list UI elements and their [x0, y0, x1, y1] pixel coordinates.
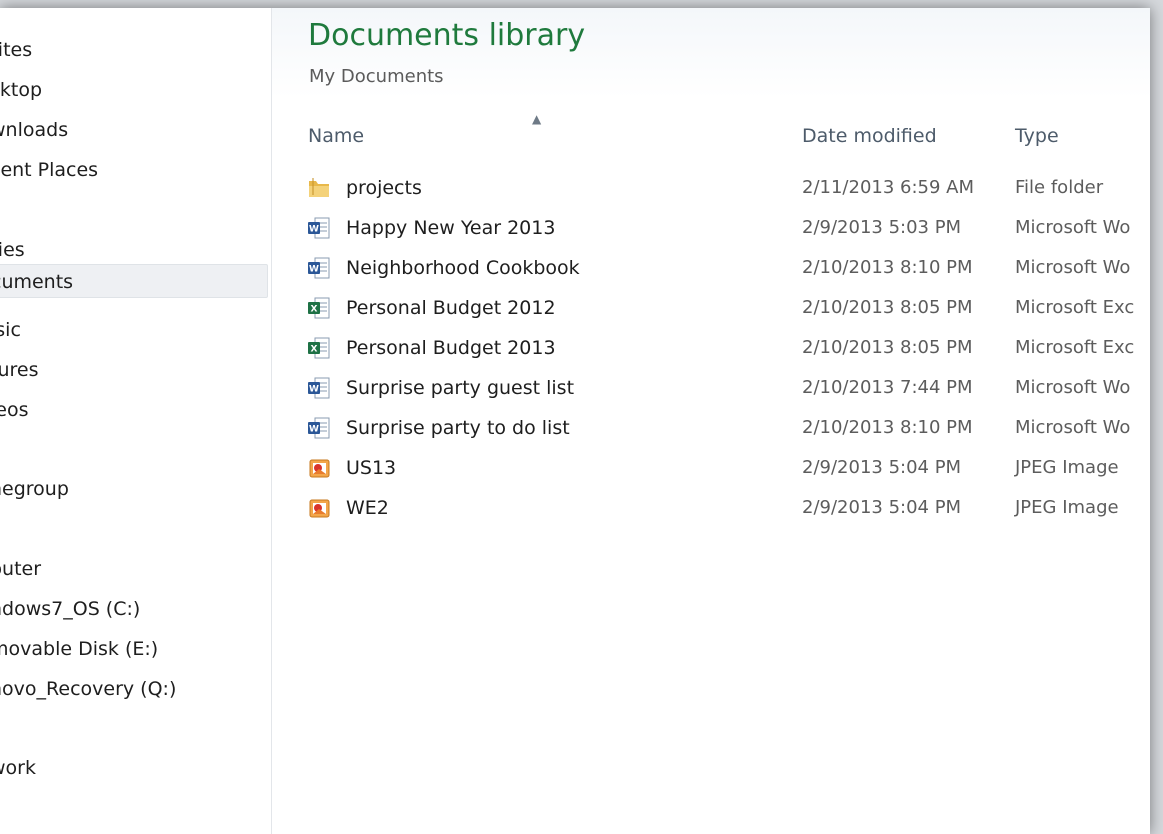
- file-row-personal-budget-2012[interactable]: X Personal Budget 2012 2/10/2013 8:05 PM…: [302, 288, 1150, 328]
- file-type: File folder: [1015, 177, 1104, 198]
- file-row-surprise-party-to-do-list[interactable]: W Surprise party to do list 2/10/2013 8:…: [302, 408, 1150, 448]
- file-name: Happy New Year 2013: [346, 217, 556, 239]
- nav-item-documents[interactable]: cuments: [0, 264, 268, 298]
- file-date-modified: 2/10/2013 8:10 PM: [802, 257, 973, 278]
- word-doc-icon: W: [308, 377, 330, 399]
- file-date-modified: 2/10/2013 8:05 PM: [802, 337, 973, 358]
- file-row-projects[interactable]: projects 2/11/2013 6:59 AM File folder: [302, 168, 1150, 208]
- file-row-we2[interactable]: WE2 2/9/2013 5:04 PM JPEG Image: [302, 488, 1150, 528]
- file-row-surprise-party-guest-list[interactable]: W Surprise party guest list 2/10/2013 7:…: [302, 368, 1150, 408]
- svg-text:W: W: [309, 385, 319, 395]
- file-row-happy-new-year[interactable]: W Happy New Year 2013 2/9/2013 5:03 PM M…: [302, 208, 1150, 248]
- nav-item-videos[interactable]: leos: [0, 393, 268, 427]
- svg-text:X: X: [311, 305, 318, 315]
- file-name: Personal Budget 2013: [346, 337, 556, 359]
- file-date-modified: 2/10/2013 8:10 PM: [802, 417, 973, 438]
- jpeg-image-icon: [309, 459, 330, 478]
- word-doc-icon: W: [308, 417, 330, 439]
- nav-item-homegroup[interactable]: negroup: [0, 472, 268, 506]
- file-date-modified: 2/10/2013 8:05 PM: [802, 297, 973, 318]
- sort-ascending-icon: ▲: [532, 112, 542, 126]
- file-date-modified: 2/10/2013 7:44 PM: [802, 377, 973, 398]
- nav-item-downloads[interactable]: wnloads: [0, 113, 268, 147]
- file-row-neighborhood-cookbook[interactable]: W Neighborhood Cookbook 2/10/2013 8:10 P…: [302, 248, 1150, 288]
- file-row-personal-budget-2013[interactable]: X Personal Budget 2013 2/10/2013 8:05 PM…: [302, 328, 1150, 368]
- file-type: Microsoft Wo: [1015, 377, 1131, 398]
- file-type: Microsoft Exc: [1015, 337, 1135, 358]
- file-type: Microsoft Exc: [1015, 297, 1135, 318]
- nav-item-favorites[interactable]: rites: [0, 33, 268, 67]
- file-date-modified: 2/11/2013 6:59 AM: [802, 177, 975, 198]
- svg-text:X: X: [311, 345, 318, 355]
- file-date-modified: 2/9/2013 5:04 PM: [802, 497, 962, 518]
- nav-item-music[interactable]: isic: [0, 313, 268, 347]
- excel-sheet-icon: X: [308, 297, 330, 319]
- file-name: US13: [346, 457, 397, 479]
- word-doc-icon: W: [308, 217, 330, 239]
- file-type: JPEG Image: [1015, 457, 1119, 478]
- svg-text:W: W: [309, 225, 319, 235]
- file-row-us13[interactable]: US13 2/9/2013 5:04 PM JPEG Image: [302, 448, 1150, 488]
- column-header-name[interactable]: Name: [308, 121, 364, 151]
- nav-item-recent-places[interactable]: cent Places: [0, 153, 268, 187]
- file-name: Surprise party guest list: [346, 377, 575, 399]
- nav-item-pictures[interactable]: tures: [0, 353, 268, 387]
- file-date-modified: 2/9/2013 5:04 PM: [802, 457, 962, 478]
- column-header-date-modified[interactable]: Date modified: [802, 121, 937, 151]
- nav-item-drive-q[interactable]: novo_Recovery (Q:): [0, 672, 268, 706]
- nav-item-network[interactable]: work: [0, 751, 268, 785]
- column-header-type[interactable]: Type: [1015, 121, 1059, 151]
- nav-item-computer[interactable]: puter: [0, 552, 268, 586]
- file-list-pane: Documents library My Documents ▲ Name Da…: [272, 8, 1150, 834]
- word-doc-icon: W: [308, 257, 330, 279]
- file-type: JPEG Image: [1015, 497, 1119, 518]
- excel-sheet-icon: X: [308, 337, 330, 359]
- file-name: WE2: [346, 497, 389, 519]
- nav-item-libraries[interactable]: ries: [0, 233, 268, 267]
- folder-icon: [309, 178, 329, 197]
- file-name: Surprise party to do list: [346, 417, 570, 439]
- file-name: Personal Budget 2012: [346, 297, 556, 319]
- nav-item-drive-e[interactable]: movable Disk (E:): [0, 632, 268, 666]
- svg-text:W: W: [309, 265, 319, 275]
- nav-item-desktop[interactable]: sktop: [0, 73, 268, 107]
- explorer-window: rites sktop wnloads cent Places ries cum…: [0, 8, 1150, 834]
- jpeg-image-icon: [309, 499, 330, 518]
- file-name: Neighborhood Cookbook: [346, 257, 580, 279]
- file-date-modified: 2/9/2013 5:03 PM: [802, 217, 962, 238]
- svg-text:W: W: [309, 425, 319, 435]
- library-title: Documents library: [308, 18, 586, 53]
- file-type: Microsoft Wo: [1015, 417, 1131, 438]
- navigation-pane[interactable]: rites sktop wnloads cent Places ries cum…: [0, 8, 272, 834]
- file-type: Microsoft Wo: [1015, 217, 1131, 238]
- nav-item-drive-c[interactable]: ndows7_OS (C:): [0, 592, 268, 626]
- library-subtitle: My Documents: [309, 66, 444, 87]
- file-name: projects: [346, 177, 422, 199]
- file-type: Microsoft Wo: [1015, 257, 1131, 278]
